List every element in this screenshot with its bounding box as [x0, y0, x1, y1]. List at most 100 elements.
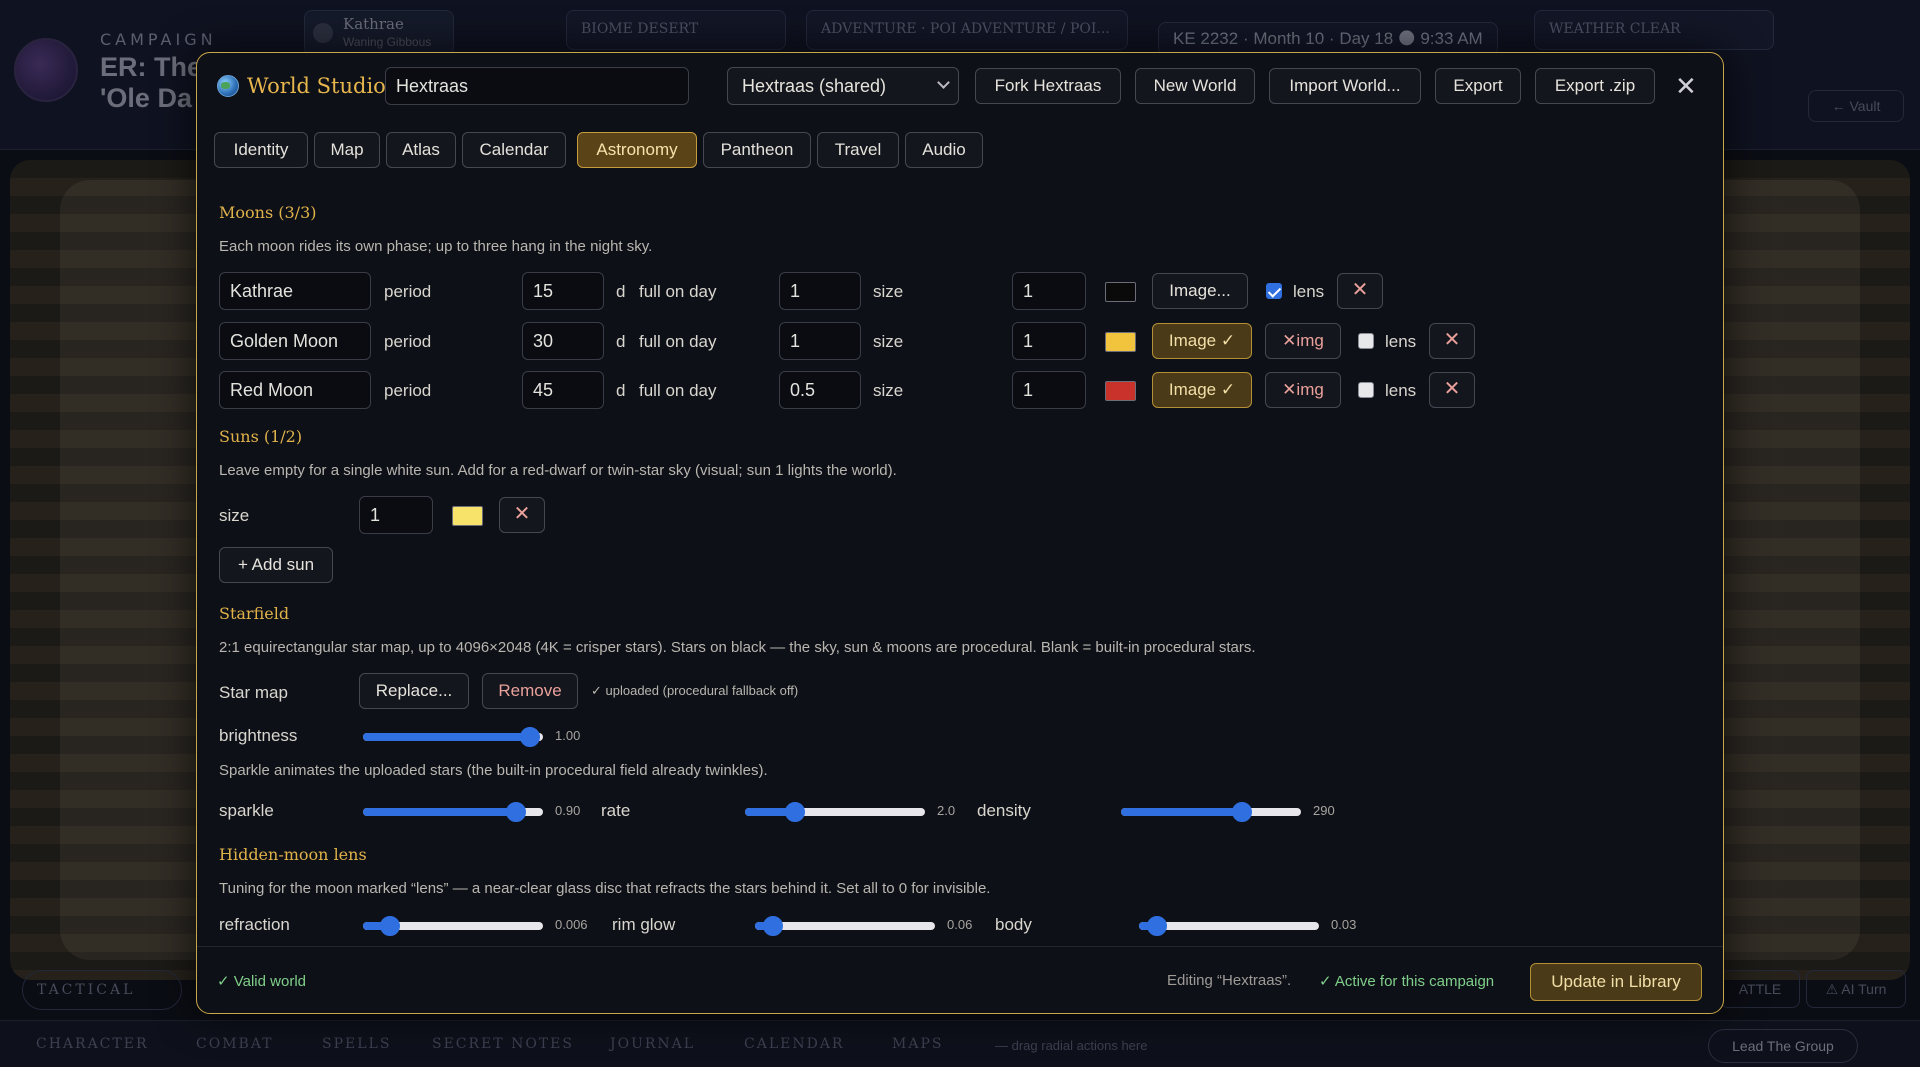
- new-world-button[interactable]: New World: [1135, 68, 1255, 104]
- rim-glow-value: 0.06: [947, 917, 973, 932]
- clear-moon-image-button[interactable]: ✕img: [1265, 372, 1341, 408]
- moon-size-label: size: [873, 332, 904, 351]
- moon-period-input[interactable]: 15: [522, 272, 604, 310]
- update-library-button[interactable]: Update in Library: [1530, 963, 1702, 1001]
- lead-group-button[interactable]: Lead The Group: [1708, 1029, 1858, 1063]
- remove-moon-button[interactable]: ✕: [1429, 323, 1475, 359]
- world-select[interactable]: Hextraas (shared): [727, 67, 959, 105]
- replace-star-map-button[interactable]: Replace...: [359, 673, 469, 709]
- tab-identity[interactable]: Identity: [214, 132, 308, 168]
- biome-select[interactable]: BIOME DESERT: [566, 10, 786, 50]
- moon-full-day-input[interactable]: 1: [779, 272, 861, 310]
- tab-map[interactable]: Map: [314, 132, 380, 168]
- world-studio-dialog: World Studio Hextraas Hextraas (shared) …: [196, 52, 1724, 1014]
- world-datetime: KE 2232 · Month 10 · Day 18 🌑 9:33 AM: [1158, 22, 1498, 56]
- moon-name-input[interactable]: Red Moon: [219, 371, 371, 409]
- active-campaign-status: ✓ Active for this campaign: [1319, 973, 1495, 990]
- rate-slider[interactable]: [745, 800, 925, 824]
- moon-period-input[interactable]: 45: [522, 371, 604, 409]
- moon-lens-checkbox[interactable]: [1266, 283, 1282, 299]
- sun-color-swatch[interactable]: [452, 506, 483, 526]
- weather-select[interactable]: WEATHER CLEAR: [1534, 10, 1774, 50]
- moon-name-input[interactable]: Golden Moon: [219, 322, 371, 360]
- close-icon[interactable]: ✕: [1675, 73, 1697, 99]
- moon-full-day-input[interactable]: 0.5: [779, 371, 861, 409]
- vault-button[interactable]: ← Vault: [1808, 90, 1904, 122]
- moon-image-button[interactable]: Image ✓: [1152, 323, 1252, 359]
- dialog-title: World Studio: [217, 71, 386, 101]
- moon-color-swatch[interactable]: [1105, 381, 1136, 401]
- moon-name-input[interactable]: Kathrae: [219, 272, 371, 310]
- moon-full-day-input[interactable]: 1: [779, 322, 861, 360]
- campaign-title-line2: 'Ole Da: [100, 83, 192, 113]
- sparkle-note: Sparkle animates the uploaded stars (the…: [219, 762, 768, 779]
- tab-astronomy[interactable]: Astronomy: [577, 132, 697, 168]
- density-label: density: [977, 801, 1031, 820]
- moon-size-input[interactable]: 1: [1012, 272, 1086, 310]
- density-slider[interactable]: [1121, 800, 1301, 824]
- tactical-toggle[interactable]: TACTICAL: [22, 970, 182, 1010]
- bottom-tab-character[interactable]: CHARACTER: [36, 1036, 149, 1052]
- body-slider[interactable]: [1139, 914, 1319, 938]
- moon-size-input[interactable]: 1: [1012, 371, 1086, 409]
- moon-period-input[interactable]: 30: [522, 322, 604, 360]
- sun-size-label: size: [219, 506, 250, 525]
- moon-image-button[interactable]: Image...: [1152, 273, 1248, 309]
- bottom-tab-bar: [0, 1020, 1920, 1067]
- tab-travel[interactable]: Travel: [817, 132, 899, 168]
- globe-icon: [217, 75, 239, 97]
- clear-moon-image-button[interactable]: ✕img: [1265, 323, 1341, 359]
- campaign-label: CAMPAIGN: [100, 30, 217, 49]
- refraction-label: refraction: [219, 915, 290, 934]
- suns-section-title: Suns (1/2): [219, 427, 303, 446]
- moon-lens-checkbox[interactable]: [1358, 382, 1374, 398]
- lens-section-title: Hidden-moon lens: [219, 845, 367, 864]
- moon-size-label: size: [873, 282, 904, 301]
- moon-lens-checkbox[interactable]: [1358, 333, 1374, 349]
- campaign-avatar[interactable]: [14, 38, 78, 102]
- rim-glow-slider[interactable]: [755, 914, 935, 938]
- bottom-tab-combat[interactable]: COMBAT: [196, 1036, 274, 1052]
- moon-image-button[interactable]: Image ✓: [1152, 372, 1252, 408]
- brightness-slider[interactable]: [363, 725, 543, 749]
- export-button[interactable]: Export: [1435, 68, 1521, 104]
- remove-sun-button[interactable]: ✕: [499, 497, 545, 533]
- bottom-tab-maps[interactable]: MAPS: [892, 1036, 943, 1052]
- bottom-tab-journal[interactable]: JOURNAL: [610, 1036, 695, 1052]
- star-map-label: Star map: [219, 683, 288, 702]
- import-world-button[interactable]: Import World...: [1269, 68, 1421, 104]
- moon-color-swatch[interactable]: [1105, 332, 1136, 352]
- fork-world-button[interactable]: Fork Hextraas: [975, 68, 1121, 104]
- refraction-slider[interactable]: [363, 914, 543, 938]
- moon-phase-name: Kathrae: [343, 15, 404, 33]
- world-name-input[interactable]: Hextraas: [385, 67, 689, 105]
- bottom-tab-calendar[interactable]: CALENDAR: [744, 1036, 844, 1052]
- bottom-tab-secret-notes[interactable]: SECRET NOTES: [432, 1036, 574, 1052]
- brightness-label: brightness: [219, 726, 298, 745]
- tab-audio[interactable]: Audio: [905, 132, 983, 168]
- add-sun-button[interactable]: + Add sun: [219, 547, 333, 583]
- tab-pantheon[interactable]: Pantheon: [703, 132, 811, 168]
- moon-lens-label: lens: [1293, 282, 1325, 301]
- tab-atlas[interactable]: Atlas: [386, 132, 456, 168]
- adventure-select[interactable]: ADVENTURE · POI ADVENTURE / POI...: [806, 10, 1128, 50]
- starfield-description: 2:1 equirectangular star map, up to 4096…: [219, 639, 1256, 656]
- star-map-status: ✓ uploaded (procedural fallback off): [591, 683, 799, 698]
- moon-size-input[interactable]: 1: [1012, 322, 1086, 360]
- refraction-value: 0.006: [555, 917, 588, 932]
- sparkle-slider[interactable]: [363, 800, 543, 824]
- remove-moon-button[interactable]: ✕: [1337, 273, 1383, 309]
- sun-size-input[interactable]: 1: [359, 496, 433, 534]
- rim-glow-label: rim glow: [612, 915, 676, 934]
- remove-star-map-button[interactable]: Remove: [482, 673, 578, 709]
- bottom-tab-spells[interactable]: SPELLS: [322, 1036, 391, 1052]
- moon-phase-chip[interactable]: Kathrae Waning Gibbous: [304, 10, 454, 56]
- moon-full-day-label: full on day: [639, 381, 717, 400]
- remove-moon-button[interactable]: ✕: [1429, 372, 1475, 408]
- battle-button[interactable]: ATTLE: [1720, 970, 1800, 1008]
- export-zip-button[interactable]: Export .zip: [1535, 68, 1655, 104]
- map-frame-right: [1700, 160, 1910, 980]
- tab-calendar[interactable]: Calendar: [462, 132, 566, 168]
- moon-color-swatch[interactable]: [1105, 282, 1136, 302]
- ai-turn-button[interactable]: ⚠ AI Turn: [1806, 970, 1906, 1008]
